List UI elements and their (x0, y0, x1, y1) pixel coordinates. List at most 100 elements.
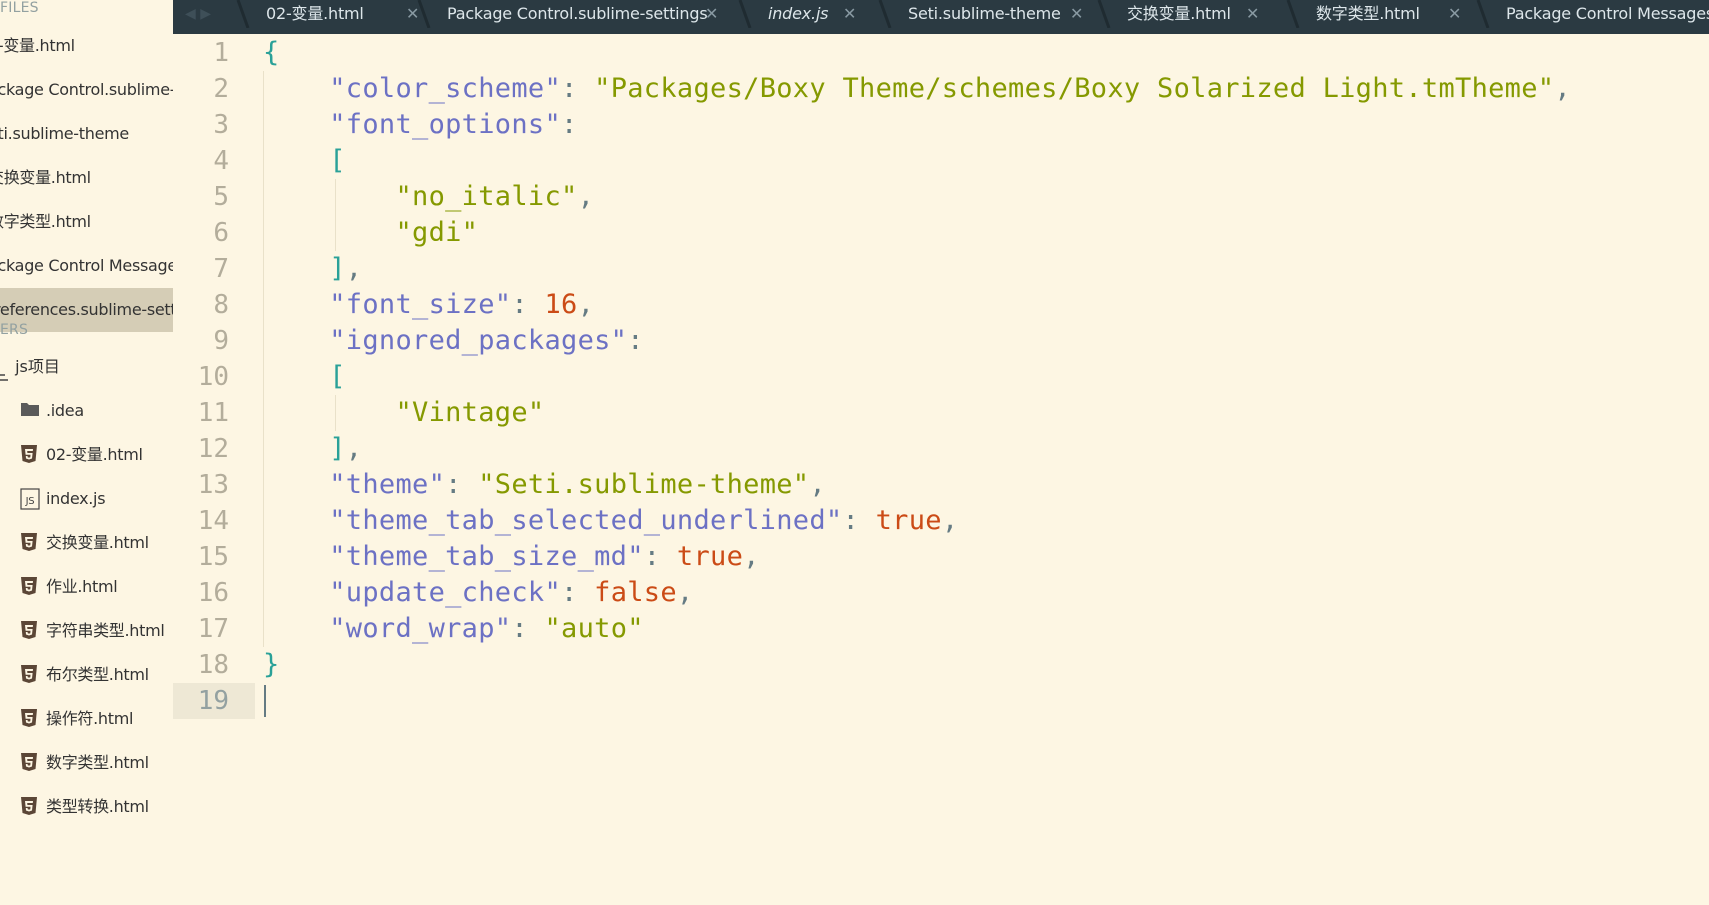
tab-close-icon[interactable]: ✕ (1246, 0, 1259, 28)
folder-root-js-project[interactable]: js项目 (0, 346, 173, 388)
code-line[interactable]: } (263, 647, 280, 683)
line-number: 17 (197, 614, 229, 644)
tree-file-item[interactable]: 数字类型.html (0, 741, 173, 785)
code-token: ] (329, 253, 346, 284)
text-cursor (264, 685, 266, 717)
code-line[interactable]: [ (263, 143, 346, 179)
code-token: { (263, 37, 280, 68)
editor-pane[interactable]: 1 2 3 4 5 6 7 8 9 10 11 12 13 14 15 16 17 18 19 { "color_s… (173, 34, 1709, 905)
tab-item[interactable]: Package Control Messages (1506, 0, 1709, 28)
tab-item[interactable]: index.js ✕ (768, 0, 856, 28)
code-token: : (561, 109, 578, 140)
code-token: "gdi" (395, 217, 479, 248)
line-number: 13 (197, 470, 229, 500)
open-file-item[interactable]: 2-变量.html (0, 24, 173, 68)
code-token: "font_size" (329, 289, 512, 320)
tree-file-item[interactable]: 字符串类型.html (0, 609, 173, 653)
code-token: false (594, 577, 677, 608)
tab-close-icon[interactable]: ✕ (1070, 0, 1083, 28)
svg-text:JS: JS (25, 496, 35, 507)
tree-file-item[interactable]: 布尔类型.html (0, 653, 173, 697)
tab-close-icon[interactable]: ✕ (843, 0, 856, 28)
tree-file-item[interactable]: 交换变量.html (0, 521, 173, 565)
line-number: 9 (213, 326, 229, 356)
code-line[interactable]: "ignored_packages": (263, 323, 644, 359)
code-line[interactable]: "theme": "Seti.sublime-theme", (263, 467, 826, 503)
tree-item-label: 数字类型.html (46, 753, 149, 772)
code-line[interactable]: "color_scheme": "Packages/Boxy Theme/sch… (263, 71, 1571, 107)
code-token: : (561, 577, 595, 608)
tab-close-icon[interactable]: ✕ (705, 0, 718, 28)
open-file-label: 2-变量.html (0, 36, 75, 55)
tree-folder-item[interactable]: .idea (0, 389, 173, 433)
tab-close-icon[interactable]: ✕ (1448, 0, 1461, 28)
tab-item[interactable]: Seti.sublime-theme ✕ (908, 0, 1083, 28)
code-line[interactable]: ], (263, 431, 362, 467)
html5-icon (20, 576, 40, 596)
tree-item-label: 02-变量.html (46, 445, 143, 464)
open-file-item[interactable]: 交换变量.html (0, 156, 173, 200)
code-token: [ (329, 145, 346, 176)
line-number: 12 (197, 434, 229, 464)
code-line[interactable]: { (263, 35, 280, 71)
tree-file-item[interactable]: JS index.js (0, 477, 173, 521)
code-token: ] (329, 433, 346, 464)
line-number-gutter: 1 2 3 4 5 6 7 8 9 10 11 12 13 14 15 16 17 18 19 (173, 34, 257, 905)
open-file-label: ackage Control.sublime- (0, 80, 173, 99)
folder-expanded-icon[interactable] (0, 359, 10, 381)
code-line[interactable]: "gdi" (263, 215, 478, 251)
code-line[interactable]: ], (263, 251, 362, 287)
code-line[interactable]: "theme_tab_selected_underlined": true, (263, 503, 958, 539)
tab-item[interactable]: 交换变量.html ✕ (1127, 0, 1259, 28)
tab-item[interactable]: Package Control.sublime-settings ✕ (447, 0, 718, 28)
tree-file-item[interactable]: 作业.html (0, 565, 173, 609)
code-line[interactable]: [ (263, 359, 346, 395)
code-token: : (643, 541, 677, 572)
tab-separator (1097, 0, 1111, 29)
open-file-item[interactable]: ackage Control Message (0, 244, 173, 288)
open-file-item[interactable]: ackage Control.sublime- (0, 68, 173, 112)
tab-item[interactable]: 数字类型.html ✕ (1316, 0, 1461, 28)
code-line[interactable]: "Vintage" (263, 395, 544, 431)
tab-item[interactable]: 02-变量.html ✕ (266, 0, 419, 28)
code-line[interactable]: "no_italic", (263, 179, 594, 215)
tab-separator (417, 0, 431, 29)
open-file-item[interactable]: eti.sublime-theme (0, 112, 173, 156)
code-line[interactable]: "word_wrap": "auto" (263, 611, 644, 647)
tree-item-label: .idea (46, 401, 84, 420)
line-number: 4 (213, 146, 229, 176)
code-token: 16 (544, 289, 578, 320)
tab-label: 02-变量.html (266, 4, 364, 23)
tree-file-item[interactable]: 类型转换.html (0, 785, 173, 829)
tab-scroll-arrows-icon[interactable]: ◀ ▶ (185, 6, 211, 22)
code-line[interactable]: "font_size": 16, (263, 287, 594, 323)
open-file-label: 交换变量.html (0, 168, 91, 187)
tab-separator (1286, 0, 1300, 29)
code-token: : (511, 613, 545, 644)
tree-file-item[interactable]: 02-变量.html (0, 433, 173, 477)
open-file-item[interactable]: 数字类型.html (0, 200, 173, 244)
html5-icon (20, 664, 40, 684)
code-token: : (627, 325, 644, 356)
code-token: : (445, 469, 479, 500)
line-number: 2 (213, 74, 229, 104)
line-number: 6 (213, 218, 229, 248)
code-line[interactable]: "update_check": false, (263, 575, 693, 611)
html5-icon (20, 620, 40, 640)
tree-file-item[interactable]: 操作符.html (0, 697, 173, 741)
code-line[interactable]: "font_options": (263, 107, 578, 143)
code-line[interactable]: "theme_tab_size_md": true, (263, 539, 760, 575)
code-area[interactable]: { "color_scheme": "Packages/Boxy Theme/s… (263, 34, 1709, 905)
line-number: 14 (197, 506, 229, 536)
html5-icon (20, 752, 40, 772)
